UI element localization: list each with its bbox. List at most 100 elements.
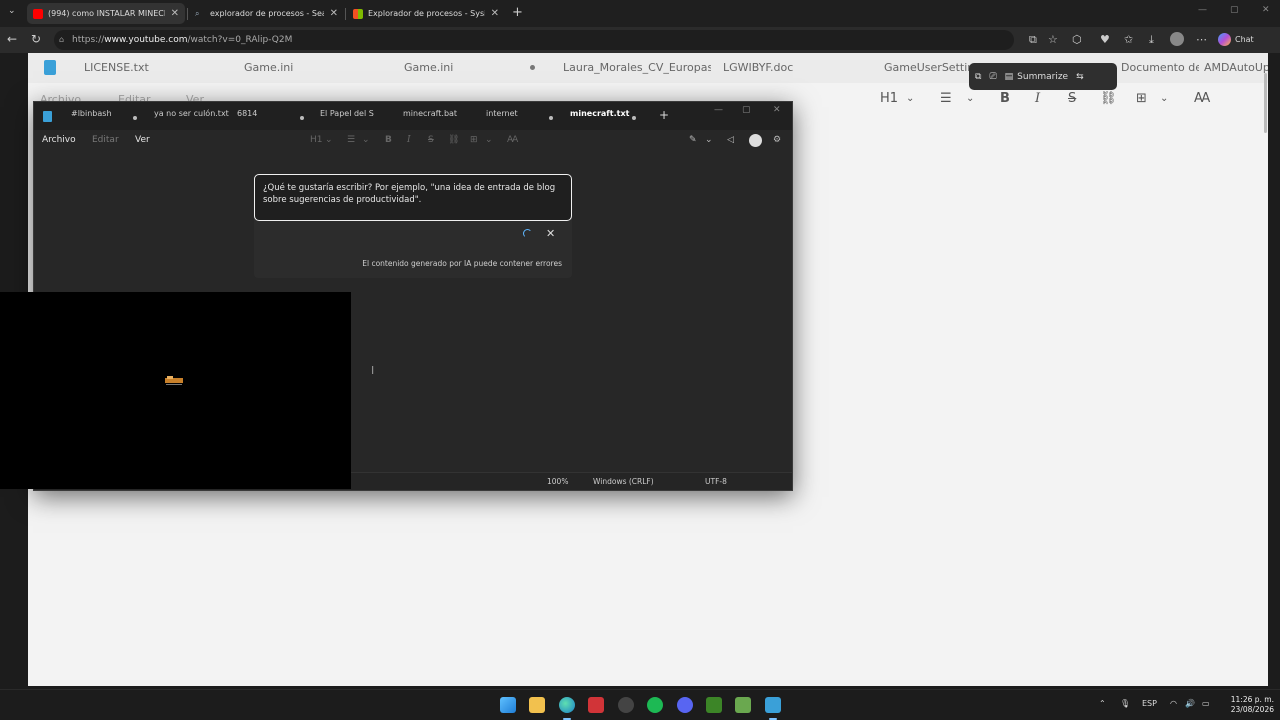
start-icon[interactable] (500, 697, 516, 713)
strikethrough-icon[interactable]: S (428, 135, 434, 145)
chevron-down-icon: ⌄ (966, 93, 975, 104)
new-tab-icon[interactable]: + (512, 5, 523, 20)
unsaved-dot (530, 65, 535, 70)
heading-dropdown: H1 (880, 91, 899, 106)
favorite-star-icon[interactable]: ☆ (1048, 33, 1058, 46)
red-app-icon[interactable] (588, 697, 604, 713)
copilot-icon (1218, 33, 1231, 46)
account-avatar[interactable] (749, 134, 762, 147)
tab-divider (345, 8, 346, 20)
ai-prompt-input[interactable]: ¿Qué te gustaría escribir? Por ejemplo, … (254, 174, 572, 221)
close-tab-icon[interactable]: ✕ (330, 8, 338, 19)
maximize-icon[interactable]: ▢ (1230, 5, 1239, 15)
clock-date: 23/08/2026 (1230, 705, 1274, 714)
minecraft-icon[interactable] (706, 697, 722, 713)
menu-file[interactable]: Archivo (42, 135, 76, 145)
zoom-level[interactable]: 100% (547, 477, 568, 486)
url-host: www.youtube.com (104, 35, 188, 45)
discord-icon[interactable] (677, 697, 693, 713)
show-hidden-icons-icon[interactable]: ⌃ (1099, 699, 1106, 708)
scrollbar[interactable] (1264, 73, 1267, 133)
unsaved-dot (632, 116, 636, 120)
edge-icon[interactable] (559, 697, 575, 713)
notepad-tab-5[interactable]: internet (486, 109, 518, 118)
notepad-app-icon (44, 60, 56, 75)
clear-format-icon[interactable]: Ꜳ (507, 135, 518, 145)
file-explorer-icon[interactable] (529, 697, 545, 713)
close-tab-icon[interactable]: ✕ (171, 8, 179, 19)
microphone-icon[interactable]: 🎙 (1120, 699, 1130, 708)
back-icon[interactable]: ← (7, 32, 17, 46)
minecraft-launcher-icon[interactable] (735, 697, 751, 713)
italic-icon: I (1035, 91, 1041, 106)
summarize-button[interactable]: ▤ Summarize (1005, 72, 1068, 82)
video-tab-label: Game.ini (404, 61, 454, 74)
copilot-chat-button[interactable]: Chat (1218, 33, 1254, 46)
list-icon[interactable]: ☰ (347, 135, 355, 145)
tab-actions-icon[interactable]: ⌄ (8, 6, 16, 16)
extensions-icon[interactable]: ⬡ (1072, 33, 1082, 46)
notepad-icon (43, 111, 52, 122)
close-window-icon[interactable]: ✕ (1262, 5, 1270, 15)
site-info-icon[interactable]: ⌂ (59, 30, 64, 50)
notepad-tab-4[interactable]: minecraft.bat (403, 109, 457, 118)
notepad-tab-1[interactable]: ya no ser culón.txt (154, 109, 229, 118)
video-tab-label: Documento de tex (1121, 61, 1199, 74)
translate-icon[interactable]: ⇆ (1076, 72, 1084, 82)
youtube-icon (33, 8, 43, 19)
notepad-tab-3[interactable]: El Papel del Ser (320, 109, 374, 118)
tab-title: Explorador de procesos - Sysinternals (368, 9, 485, 18)
browser-essentials-icon[interactable]: ♥ (1100, 33, 1110, 46)
new-tab-icon[interactable]: + (659, 108, 669, 122)
video-tab-label: LICENSE.txt (84, 61, 149, 74)
close-window-icon[interactable]: ✕ (773, 105, 781, 115)
notepad-icon[interactable] (765, 697, 781, 713)
ai-disclaimer: El contenido generado por IA puede conte… (362, 259, 562, 268)
minimize-icon[interactable]: — (714, 105, 723, 115)
italic-icon[interactable]: I (407, 135, 411, 145)
settings-gear-icon[interactable]: ⚙ (773, 135, 781, 145)
profile-avatar[interactable] (1170, 32, 1184, 46)
browser-tab-search[interactable]: ⌕ explorador de procesos - Search ✕ (189, 3, 344, 24)
address-bar-row: ← ↻ ⌂ https://www.youtube.com/watch?v=0_… (0, 27, 1280, 53)
favorites-icon[interactable]: ✩ (1124, 33, 1133, 46)
browser-tab-sysinternals[interactable]: Explorador de procesos - Sysinternals ✕ (347, 3, 505, 24)
menu-view[interactable]: Ver (135, 135, 150, 145)
table-icon[interactable]: ⊞ (470, 135, 478, 145)
bold-icon[interactable]: B (385, 135, 392, 145)
table-icon: ⊞ (1136, 91, 1147, 106)
chevron-down-icon: ⌄ (705, 135, 713, 145)
video-control-icon[interactable]: ⎚ (989, 72, 996, 82)
menu-edit[interactable]: Editar (92, 135, 119, 145)
minimize-icon[interactable]: — (1198, 5, 1207, 15)
battery-icon[interactable]: ▭ (1202, 699, 1210, 708)
notepad-tab-active[interactable]: minecraft.txt (570, 109, 629, 118)
system-clock[interactable]: 11:26 p. m. 23/08/2026 (1222, 695, 1274, 715)
unsaved-dot (133, 116, 137, 120)
notepad-tab-2[interactable]: 6814 (237, 109, 257, 118)
more-icon[interactable]: ⋯ (1196, 33, 1207, 46)
link-icon[interactable]: ⛓ (448, 135, 459, 145)
downloads-icon[interactable]: ⤓ (1149, 33, 1154, 47)
app-available-icon[interactable]: ⧉ (1029, 33, 1037, 47)
url-field[interactable]: ⌂ https://www.youtube.com/watch?v=0_RAli… (54, 30, 1014, 50)
github-icon[interactable] (618, 697, 634, 713)
refresh-icon[interactable]: ↻ (31, 32, 41, 46)
announcement-icon[interactable]: ◁ (727, 135, 734, 145)
encoding[interactable]: UTF-8 (705, 477, 727, 486)
close-icon[interactable]: ✕ (546, 227, 555, 240)
bold-icon: B (1000, 91, 1010, 106)
video-tab-label: Laura_Morales_CV_Europass (563, 61, 711, 74)
wifi-icon[interactable]: ◠ (1170, 699, 1177, 708)
pip-icon[interactable]: ⧉ (975, 72, 981, 82)
copilot-write-icon[interactable]: ✎ (689, 135, 697, 145)
close-tab-icon[interactable]: ✕ (491, 8, 499, 19)
line-ending[interactable]: Windows (CRLF) (593, 477, 654, 486)
volume-icon[interactable]: 🔊 (1185, 699, 1195, 708)
maximize-icon[interactable]: ▢ (742, 105, 751, 115)
heading-dropdown[interactable]: H1 (310, 135, 323, 145)
spotify-icon[interactable] (647, 697, 663, 713)
notepad-tab-0[interactable]: #lbinbash (71, 109, 112, 118)
language-indicator[interactable]: ESP (1142, 699, 1157, 708)
browser-tab-youtube[interactable]: (994) como INSTALAR MINECRAFT ✕ (27, 3, 185, 24)
